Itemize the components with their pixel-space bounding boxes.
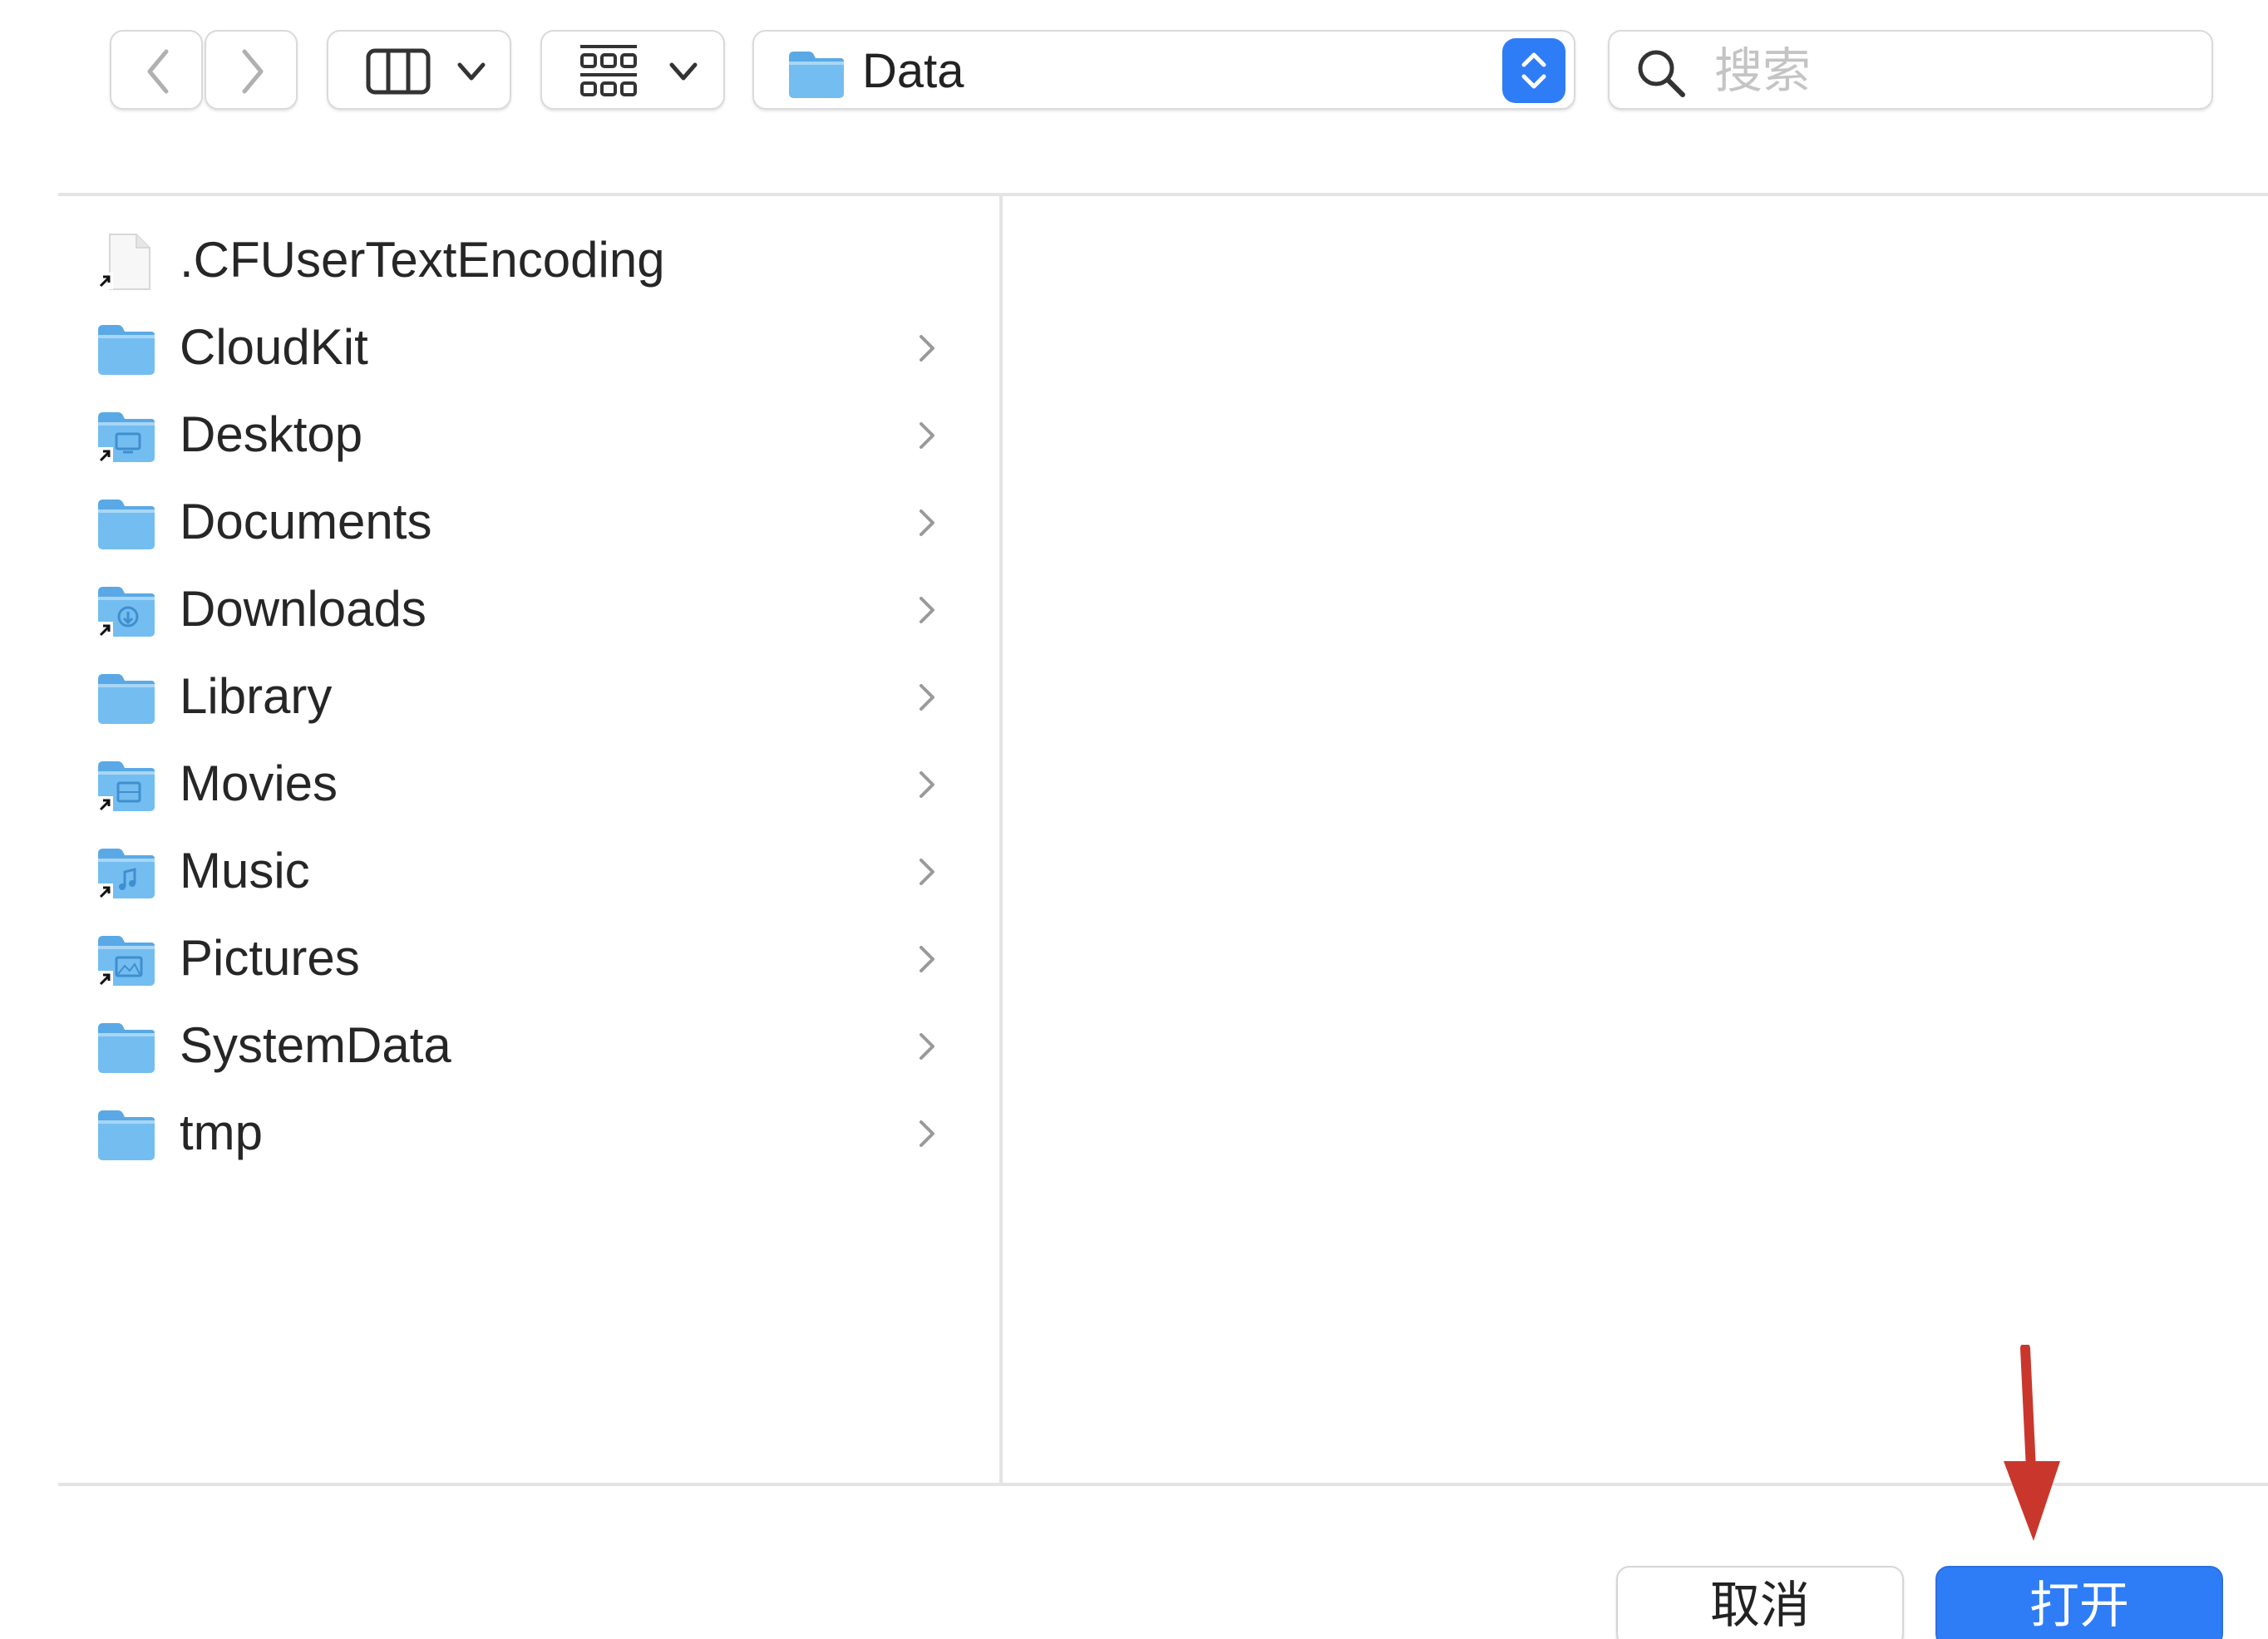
up-down-chevron-icon xyxy=(1521,52,1546,89)
file-row[interactable]: Movies xyxy=(58,740,998,827)
file-name: Movies xyxy=(180,756,338,811)
chevron-down-icon xyxy=(669,62,698,81)
top-divider xyxy=(58,193,2268,196)
search-field[interactable] xyxy=(1608,30,2213,110)
path-popup-button[interactable]: Data xyxy=(752,30,1575,110)
file-name: Downloads xyxy=(180,581,426,637)
file-row[interactable]: SystemData xyxy=(58,1002,998,1089)
bottom-divider xyxy=(58,1483,2268,1486)
icon-grid-icon xyxy=(580,45,637,96)
column-view-icon xyxy=(366,48,431,95)
chevron-right-icon xyxy=(916,768,938,805)
folder-icon xyxy=(96,320,158,378)
file-row[interactable]: tmp xyxy=(58,1089,998,1176)
file-row[interactable]: Pictures xyxy=(58,914,998,1002)
folder-icon xyxy=(96,669,158,727)
folder-icon xyxy=(96,1018,158,1076)
chevron-right-icon xyxy=(916,419,938,456)
chevron-right-icon xyxy=(916,1030,938,1067)
file-name: Documents xyxy=(180,494,432,549)
chevron-left-icon xyxy=(147,49,169,94)
folder-alias-icon xyxy=(96,756,158,815)
chevron-down-icon xyxy=(457,62,486,81)
file-row[interactable]: Documents xyxy=(58,478,998,565)
search-icon xyxy=(1638,50,1685,97)
cancel-button[interactable]: 取消 xyxy=(1616,1566,1904,1639)
folder-alias-icon xyxy=(96,931,158,989)
file-row[interactable]: Desktop xyxy=(58,391,998,478)
chevron-right-icon xyxy=(916,1117,938,1154)
folder-alias-icon xyxy=(96,844,158,902)
file-name: SystemData xyxy=(180,1017,451,1073)
file-row[interactable]: Library xyxy=(58,652,998,740)
path-label: Data xyxy=(862,44,964,98)
file-name: CloudKit xyxy=(180,319,368,375)
search-input[interactable] xyxy=(1714,40,2197,101)
chevron-right-icon xyxy=(916,506,938,544)
file-name: tmp xyxy=(180,1105,264,1160)
chevron-right-icon xyxy=(916,332,938,369)
folder-icon xyxy=(789,52,844,98)
chevron-right-icon xyxy=(916,593,938,631)
chevron-right-icon xyxy=(916,681,938,718)
column-divider xyxy=(999,196,1003,1483)
file-name: Pictures xyxy=(180,930,360,986)
file-row[interactable]: .CFUserTextEncoding xyxy=(58,216,998,303)
file-row[interactable]: CloudKit xyxy=(58,303,998,391)
chevron-right-icon xyxy=(916,855,938,893)
file-list: .CFUserTextEncoding CloudKit Desktop Docume… xyxy=(58,216,998,1176)
folder-icon xyxy=(96,1105,158,1164)
back-button[interactable] xyxy=(110,30,203,110)
file-alias-icon xyxy=(96,233,158,291)
folder-alias-icon xyxy=(96,582,158,640)
group-button[interactable] xyxy=(540,30,725,110)
open-button[interactable]: 打开 xyxy=(1935,1566,2223,1639)
view-mode-button[interactable] xyxy=(327,30,511,110)
chevron-right-icon xyxy=(242,49,264,94)
file-name: Library xyxy=(180,668,333,724)
file-name: Desktop xyxy=(180,406,363,462)
file-name: .CFUserTextEncoding xyxy=(180,232,665,288)
path-stepper[interactable] xyxy=(1502,38,1565,103)
folder-alias-icon xyxy=(96,407,158,465)
chevron-right-icon xyxy=(916,943,938,980)
file-row[interactable]: Music xyxy=(58,827,998,914)
forward-button[interactable] xyxy=(205,30,298,110)
file-open-dialog: Data .CFUserTextEncoding CloudKit Desktop D… xyxy=(0,0,2268,1639)
file-row[interactable]: Downloads xyxy=(58,565,998,652)
annotation-arrow-icon xyxy=(2004,1345,2060,1541)
file-name: Music xyxy=(180,843,310,898)
folder-icon xyxy=(96,495,158,553)
